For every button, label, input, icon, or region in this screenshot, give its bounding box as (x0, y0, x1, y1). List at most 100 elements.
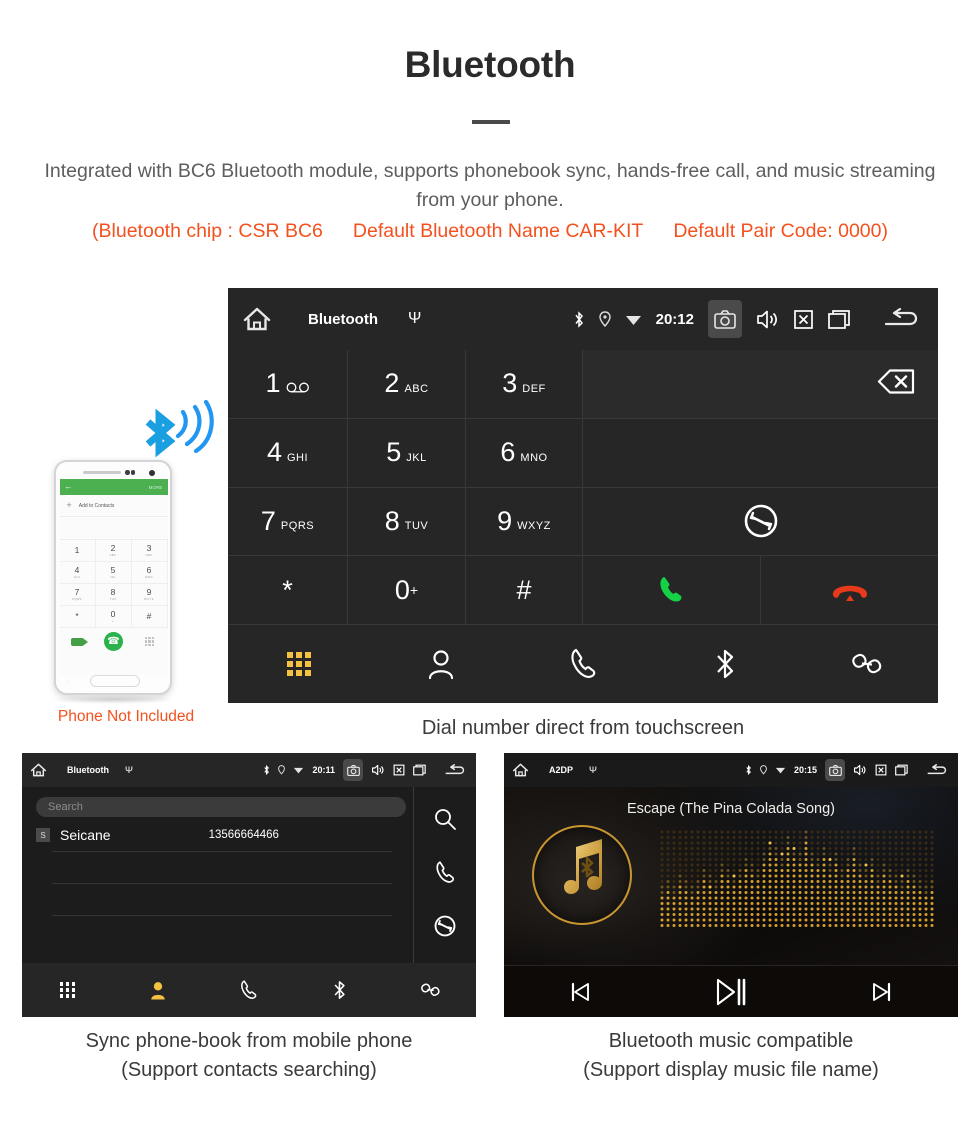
back-icon[interactable] (882, 308, 924, 330)
phone-key-letters: TUV (109, 597, 117, 601)
phone-key-digit: 0 (110, 609, 116, 619)
phonebook-body: Search S Seicane 13566664466 (22, 787, 476, 963)
volume-icon[interactable] (756, 309, 779, 330)
mute-icon[interactable] (793, 309, 814, 330)
next-button[interactable] (807, 980, 958, 1004)
search-button[interactable] (433, 807, 457, 836)
dial-key-6[interactable]: 6 MNO (466, 418, 583, 488)
camera-icon[interactable] (708, 300, 742, 338)
home-icon[interactable] (512, 762, 529, 778)
dial-key-7[interactable]: 7 PQRS (228, 487, 348, 557)
call-answer-button[interactable] (583, 556, 761, 625)
nav-dialpad[interactable] (228, 652, 370, 676)
recents-icon[interactable] (413, 764, 427, 776)
music-title: A2DP (549, 765, 574, 775)
dial-key-digit: 4 (266, 437, 282, 468)
dial-key-digit: 9 (497, 505, 513, 536)
dial-key-digit: # (516, 574, 532, 605)
phone-app-bar: ← MORE (59, 479, 168, 495)
dial-key-star[interactable]: * (228, 556, 348, 625)
back-icon[interactable] (444, 763, 468, 777)
dial-key-hash[interactable]: # (466, 556, 583, 625)
nav-pair[interactable] (385, 979, 476, 1001)
nav-bluetooth[interactable] (654, 647, 796, 681)
spec-chip: (Bluetooth chip : CSR BC6 (92, 220, 323, 242)
volume-icon[interactable] (853, 764, 867, 776)
dial-key-digit: * (282, 574, 293, 605)
volume-icon[interactable] (371, 764, 385, 776)
list-divider (52, 851, 392, 852)
phone-key: 8 TUV (95, 584, 132, 606)
backspace-icon[interactable] (864, 366, 916, 401)
phone-key-letters: PQRS (72, 597, 82, 601)
dial-key-2[interactable]: 2 ABC (348, 350, 466, 419)
home-icon[interactable] (242, 305, 272, 333)
dial-clock: 20:12 (655, 310, 694, 328)
phone-key-digit: 3 (146, 543, 152, 553)
dial-key-4[interactable]: 4 GHI (228, 418, 348, 488)
dial-number-display[interactable] (583, 350, 938, 419)
nav-contacts[interactable] (113, 980, 204, 1001)
music-screenshot: A2DP Ψ 20:15 Escape (The Pina Colada Son… (504, 753, 958, 1017)
call-button[interactable] (434, 860, 456, 890)
home-icon[interactable] (30, 762, 47, 778)
nav-bluetooth[interactable] (294, 979, 385, 1001)
previous-button[interactable] (504, 980, 655, 1004)
dialpad-icon (287, 652, 311, 676)
wifi-icon (293, 766, 304, 774)
phone-earpiece-row (56, 467, 170, 477)
sync-button[interactable] (583, 487, 938, 557)
smartphone-mockup: ← MORE + Add to Contacts 1 2 ABC 3 DEF 4 GH… (54, 460, 172, 695)
call-end-button[interactable] (761, 556, 938, 625)
search-input[interactable]: Search (36, 797, 406, 817)
phone-icon (241, 980, 257, 999)
sync-button[interactable] (433, 914, 457, 943)
nav-contacts[interactable] (370, 648, 512, 680)
back-icon[interactable] (926, 763, 950, 777)
mute-icon[interactable] (393, 764, 405, 776)
dial-status-bar: Bluetooth Ψ 20:12 (228, 288, 938, 350)
contact-name: Seicane (60, 827, 111, 843)
album-art (532, 825, 632, 925)
mute-icon[interactable] (875, 764, 887, 776)
recents-icon[interactable] (895, 764, 909, 776)
dial-key-3[interactable]: 3 DEF (466, 350, 583, 419)
sync-icon (434, 915, 456, 937)
music-controls (504, 965, 958, 1017)
phone-sensor-dot (130, 470, 135, 475)
usb-icon: Ψ (589, 764, 597, 776)
phone-key-letters: + (111, 619, 115, 623)
dial-key-8[interactable]: 8 TUV (348, 487, 466, 557)
album-ring (532, 825, 632, 925)
camera-icon[interactable] (343, 759, 363, 781)
dial-key-0[interactable]: 0 + (348, 556, 466, 625)
nav-call-log[interactable] (512, 647, 654, 681)
phone-key-letters: WXYZ (144, 597, 154, 601)
phone-key: 7 PQRS (59, 584, 96, 606)
dial-key-plus: + (409, 582, 419, 599)
link-icon (852, 653, 882, 674)
camera-icon[interactable] (825, 759, 845, 781)
phone-key: 2 ABC (95, 540, 132, 562)
dial-empty-cell (583, 418, 938, 488)
phone-key: 6 MNO (131, 562, 168, 584)
dial-key-1[interactable]: 1 (228, 350, 348, 419)
nav-pair[interactable] (796, 647, 938, 681)
music-body: Escape (The Pina Colada Song) (504, 787, 958, 965)
phone-key: * (59, 606, 96, 628)
nav-dialpad[interactable] (22, 982, 113, 998)
dial-key-digit: 3 (502, 368, 518, 399)
phone-more-label: MORE (148, 484, 163, 490)
dial-key-5[interactable]: 5 JKL (348, 418, 466, 488)
contact-row[interactable]: S Seicane 13566664466 (36, 823, 406, 847)
recents-icon[interactable] (828, 309, 852, 330)
nav-call-log[interactable] (204, 979, 295, 1001)
phone-key-digit: * (75, 611, 79, 621)
status-left-group: Bluetooth Ψ (242, 305, 421, 333)
dialpad-icon (59, 982, 76, 998)
title-divider (472, 120, 510, 124)
play-pause-button[interactable] (655, 977, 806, 1007)
phone-home-button (90, 675, 140, 687)
dial-key-9[interactable]: 9 WXYZ (466, 487, 583, 557)
music-clock: 20:15 (793, 765, 817, 775)
